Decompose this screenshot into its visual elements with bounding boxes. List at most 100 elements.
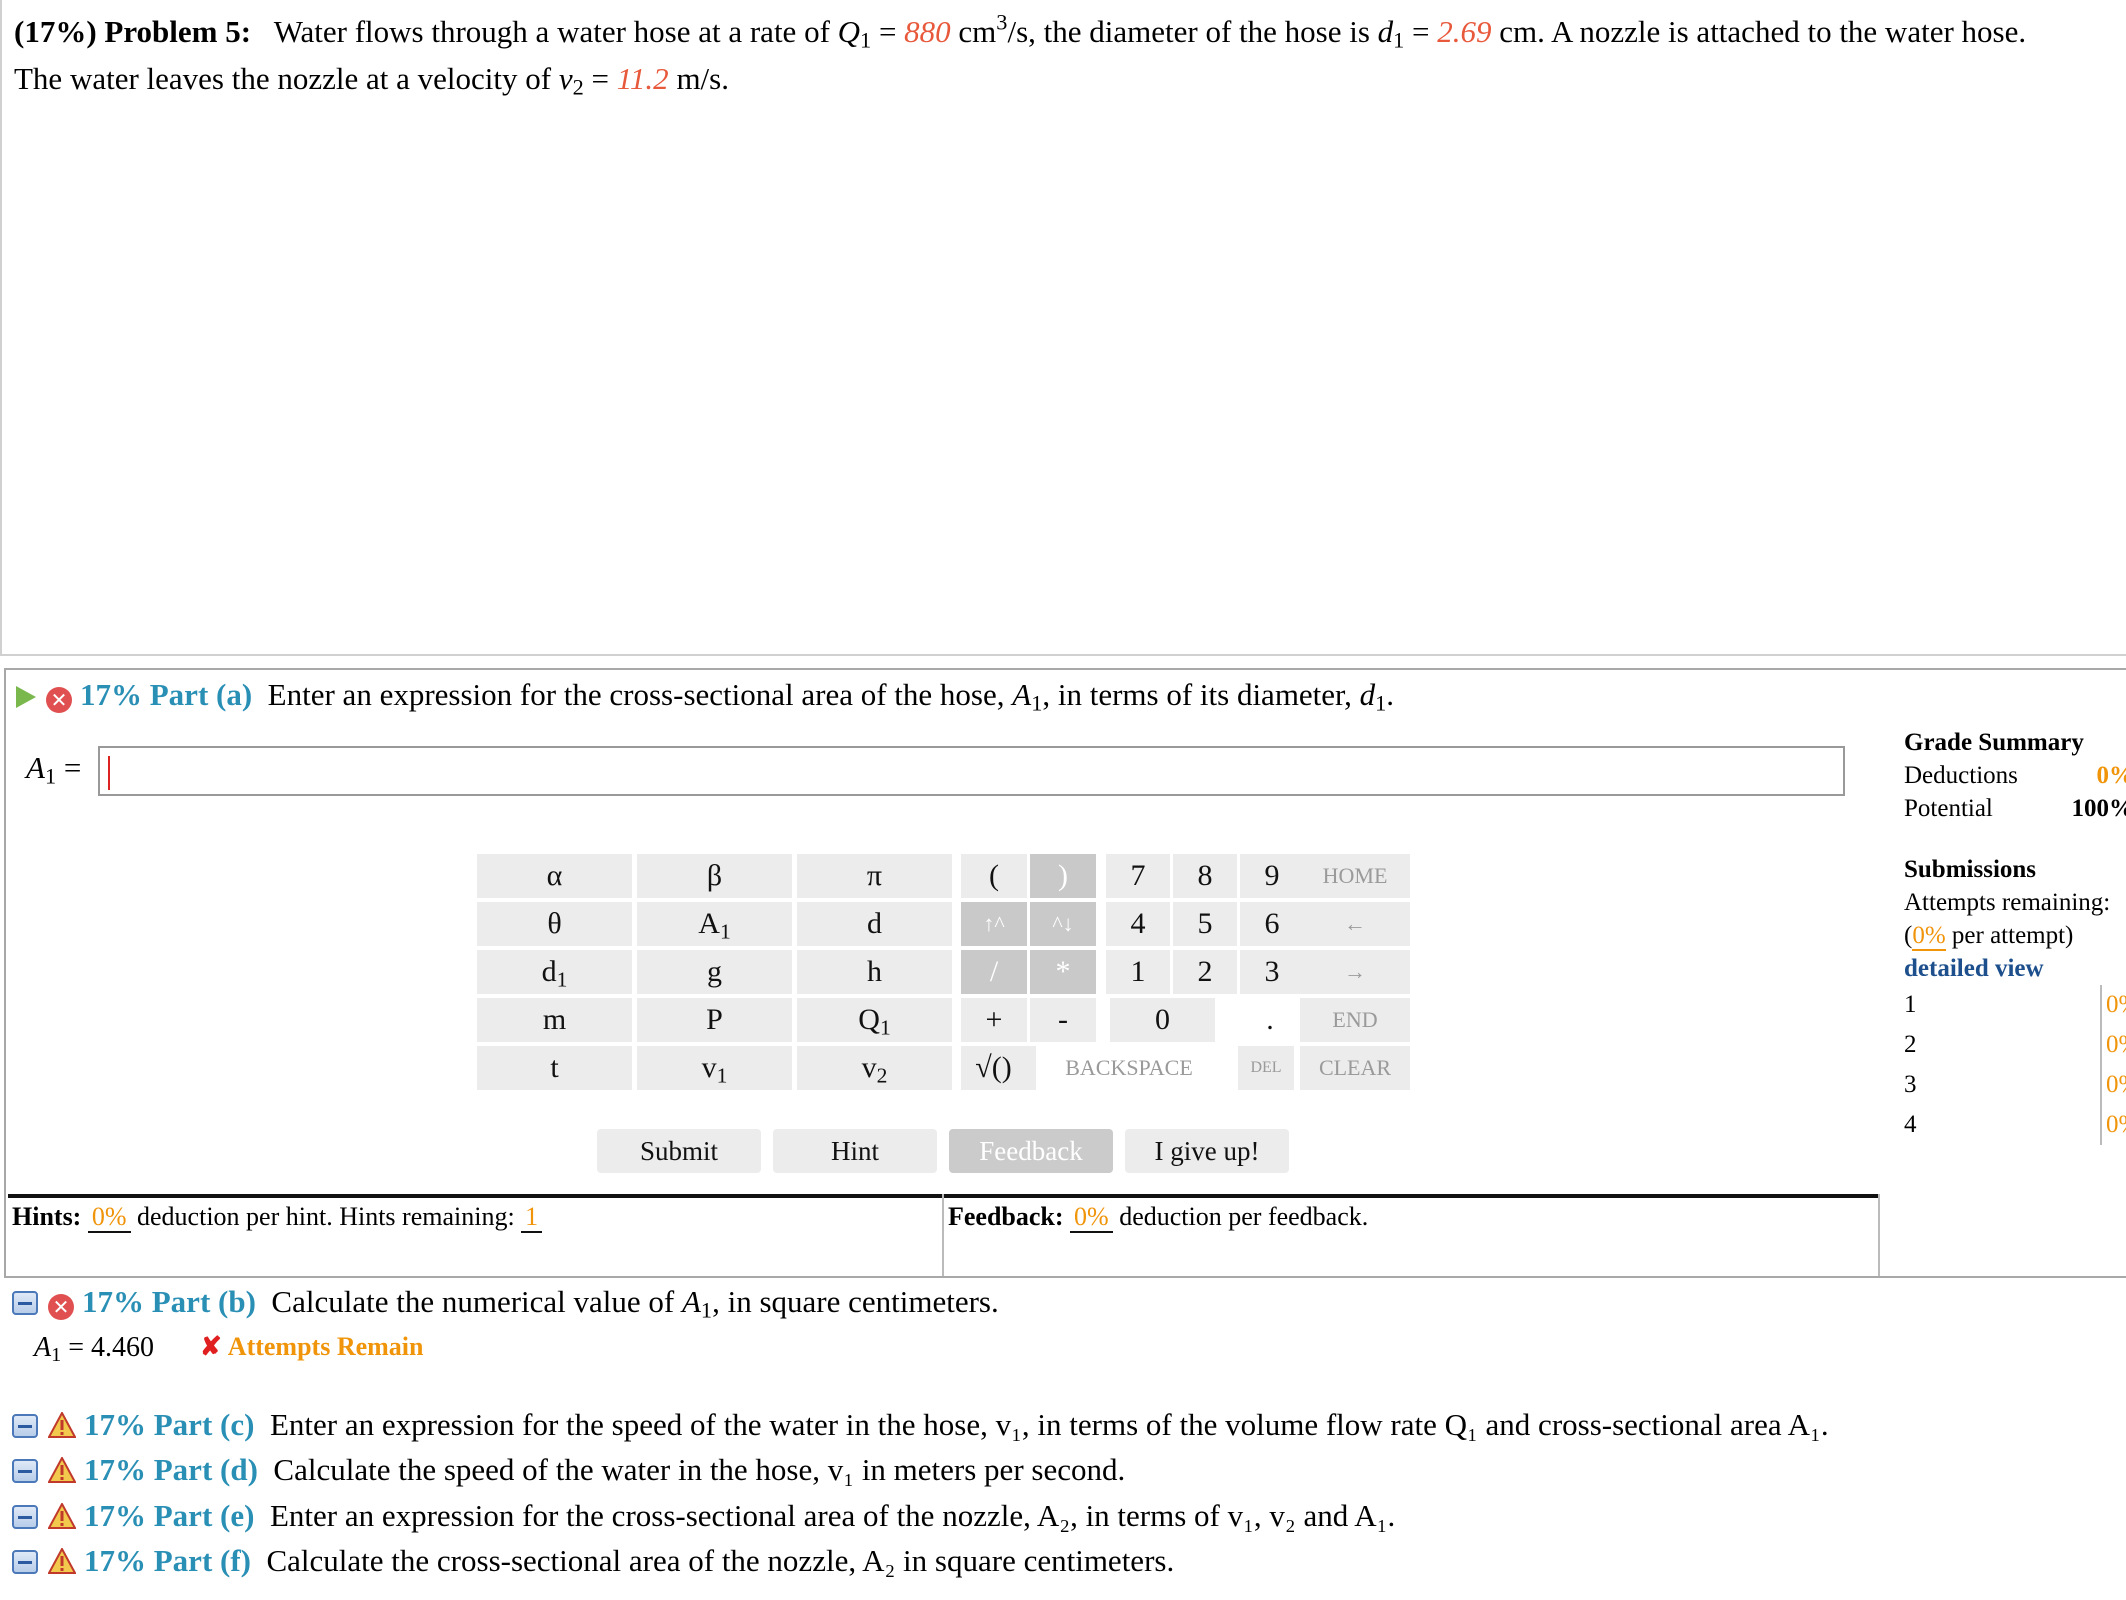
give-up-button[interactable]: I give up! bbox=[1125, 1129, 1289, 1173]
grade-divider bbox=[1878, 1194, 1880, 1276]
feedback-pct: 0% bbox=[1070, 1202, 1113, 1233]
key-delete[interactable]: DEL bbox=[1238, 1046, 1294, 1090]
collapse-icon[interactable] bbox=[12, 1291, 38, 1315]
key-a1-subscript: 1 bbox=[719, 919, 731, 944]
key-h[interactable]: h bbox=[797, 950, 952, 994]
x-circle-icon: ✕ bbox=[46, 687, 72, 713]
key-q1-subscript: 1 bbox=[879, 1015, 891, 1040]
collapse-icon[interactable] bbox=[12, 1414, 38, 1438]
d-symbol: d bbox=[1377, 14, 1394, 49]
part-a-header: ✕ 17% Part (a) Enter an expression for th… bbox=[16, 675, 1394, 715]
feedback-button[interactable]: Feedback bbox=[949, 1129, 1113, 1173]
part-a-prompt-end: . bbox=[1386, 677, 1395, 712]
answer-label: A1 = bbox=[26, 750, 82, 787]
collapse-icon[interactable] bbox=[12, 1459, 38, 1483]
v-subscript: 2 bbox=[572, 74, 584, 100]
key-a1[interactable]: A1 bbox=[637, 902, 792, 946]
collapse-icon[interactable] bbox=[12, 1505, 38, 1529]
key-alpha-label: α bbox=[546, 859, 563, 892]
key-v2[interactable]: v2 bbox=[797, 1046, 952, 1090]
part-a-label: 17% Part (a) bbox=[80, 677, 253, 712]
key-close-paren[interactable]: ) bbox=[1030, 854, 1096, 898]
key-8[interactable]: 8 bbox=[1173, 854, 1237, 898]
key-plus[interactable]: + bbox=[961, 998, 1027, 1042]
key-g[interactable]: g bbox=[637, 950, 792, 994]
potential-value: 100% bbox=[2071, 795, 2126, 822]
key-v1-subscript: 1 bbox=[716, 1063, 728, 1088]
key-a1-label: A bbox=[698, 907, 720, 940]
q-subscript: 1 bbox=[860, 27, 872, 53]
key-home[interactable]: HOME bbox=[1300, 854, 1410, 898]
key-alpha[interactable]: α bbox=[477, 854, 632, 898]
key-d1[interactable]: d1 bbox=[477, 950, 632, 994]
text-cursor bbox=[108, 756, 110, 790]
key-q1[interactable]: Q1 bbox=[797, 998, 952, 1042]
part-b-answer-value: = 4.460 bbox=[61, 1332, 154, 1363]
key-2[interactable]: 2 bbox=[1173, 950, 1237, 994]
attempt-row: 2 0% bbox=[1904, 1025, 2126, 1065]
attempt-row: 4 0% bbox=[1904, 1105, 2126, 1145]
key-pi[interactable]: π bbox=[797, 854, 952, 898]
part-b-header[interactable]: ✕ 17% Part (b) Calculate the numerical va… bbox=[12, 1282, 999, 1322]
part-c-label: 17% Part (c) bbox=[84, 1407, 255, 1442]
key-beta[interactable]: β bbox=[637, 854, 792, 898]
key-power-up[interactable]: ↑^ bbox=[961, 902, 1027, 946]
v-value: 11.2 bbox=[616, 61, 669, 96]
x-circle-icon: ✕ bbox=[48, 1294, 74, 1320]
key-p[interactable]: P bbox=[637, 998, 792, 1042]
key-decimal[interactable]: . bbox=[1236, 998, 1304, 1042]
key-left-arrow[interactable]: ← bbox=[1300, 902, 1410, 946]
key-4[interactable]: 4 bbox=[1106, 902, 1170, 946]
grade-summary-title: Grade Summary bbox=[1904, 729, 2084, 756]
answer-input[interactable] bbox=[98, 746, 1845, 796]
key-5[interactable]: 5 bbox=[1173, 902, 1237, 946]
collapse-icon[interactable] bbox=[12, 1550, 38, 1574]
key-sqrt-label: √() bbox=[975, 1051, 1012, 1084]
key-1[interactable]: 1 bbox=[1106, 950, 1170, 994]
key-divide[interactable]: / bbox=[961, 950, 1027, 994]
d-value: 2.69 bbox=[1437, 14, 1492, 49]
part-a-prompt-2: , in terms of its diameter, bbox=[1042, 677, 1352, 712]
key-9[interactable]: 9 bbox=[1240, 854, 1304, 898]
key-0[interactable]: 0 bbox=[1110, 998, 1215, 1042]
v-symbol: v bbox=[558, 61, 573, 96]
feedback-divider bbox=[942, 1194, 944, 1276]
key-clear[interactable]: CLEAR bbox=[1300, 1046, 1410, 1090]
key-minus[interactable]: - bbox=[1030, 998, 1096, 1042]
answer-label-equals: = bbox=[56, 750, 82, 785]
submit-button[interactable]: Submit bbox=[597, 1129, 761, 1173]
key-theta[interactable]: θ bbox=[477, 902, 632, 946]
key-end[interactable]: END bbox=[1300, 998, 1410, 1042]
key-power-down[interactable]: ^↓ bbox=[1030, 902, 1096, 946]
per-attempt-text: per attempt) bbox=[1945, 922, 2074, 949]
detailed-view-link[interactable]: detailed view bbox=[1904, 952, 2126, 985]
part-d-label: 17% Part (d) bbox=[84, 1452, 258, 1487]
a-subscript: 1 bbox=[700, 1297, 713, 1323]
key-d1-subscript: 1 bbox=[556, 967, 568, 992]
hints-info: Hints: 0% deduction per hint. Hints rema… bbox=[12, 1202, 543, 1233]
key-multiply[interactable]: * bbox=[1030, 950, 1096, 994]
key-3[interactable]: 3 bbox=[1240, 950, 1304, 994]
part-c-header[interactable]: 17% Part (c) Enter an expression for the… bbox=[12, 1405, 1829, 1445]
attempts-remaining-label: Attempts remaining: bbox=[1904, 889, 2111, 916]
key-right-arrow[interactable]: → bbox=[1300, 950, 1410, 994]
key-t[interactable]: t bbox=[477, 1046, 632, 1090]
part-b-prompt-2: , in square centimeters. bbox=[712, 1284, 999, 1319]
key-d[interactable]: d bbox=[797, 902, 952, 946]
attempt-pct: 0% bbox=[2100, 1065, 2126, 1105]
key-7[interactable]: 7 bbox=[1106, 854, 1170, 898]
key-m[interactable]: m bbox=[477, 998, 632, 1042]
play-triangle-icon[interactable] bbox=[16, 686, 36, 708]
hint-button[interactable]: Hint bbox=[773, 1129, 937, 1173]
key-g-label: g bbox=[707, 955, 722, 988]
key-6[interactable]: 6 bbox=[1240, 902, 1304, 946]
key-open-paren[interactable]: ( bbox=[961, 854, 1027, 898]
a-subscript: 1 bbox=[1031, 690, 1043, 716]
problem-text-2: /s, the diameter of the hose is bbox=[1007, 14, 1370, 49]
part-e-text: Enter an expression for the cross-sectio… bbox=[269, 1498, 1396, 1533]
key-backspace[interactable]: BACKSPACE bbox=[1036, 1046, 1222, 1090]
part-f-header[interactable]: 17% Part (f) Calculate the cross-section… bbox=[12, 1541, 1174, 1581]
part-d-header[interactable]: 17% Part (d) Calculate the speed of the … bbox=[12, 1450, 1125, 1490]
key-v1[interactable]: v1 bbox=[637, 1046, 792, 1090]
part-e-header[interactable]: 17% Part (e) Enter an expression for the… bbox=[12, 1496, 1395, 1536]
